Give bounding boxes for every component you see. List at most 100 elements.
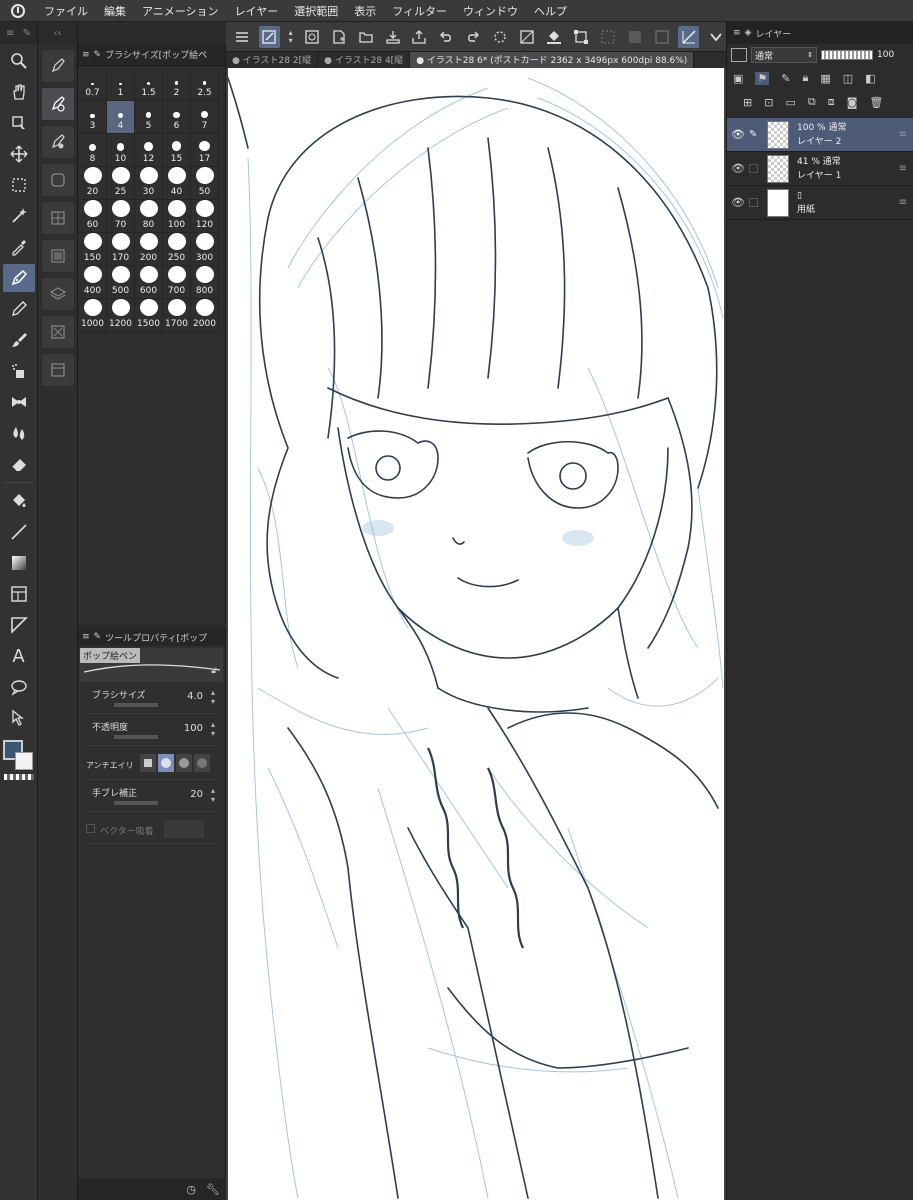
wrench-icon[interactable]: 🔧︎ (206, 1183, 220, 1196)
stabilizer-slider[interactable] (114, 801, 158, 805)
menu-help[interactable]: ヘルプ (526, 3, 575, 19)
brush-size-cell[interactable]: 150 (79, 233, 107, 266)
brush-size-spinner[interactable]: ▴ ▾ (211, 688, 215, 706)
tab-document-2[interactable]: ● イラスト28 4[縦 (318, 52, 411, 68)
delete-layer-icon[interactable]: 🗑︎ (869, 96, 883, 109)
palette-toggle-icon[interactable]: ◧ (865, 72, 875, 85)
brush-preset-preview[interactable]: ポップ絵ペン 🔓︎ (80, 648, 223, 682)
subtool-grid-icon[interactable] (41, 202, 74, 234)
new-raster-layer-icon[interactable]: ⊞ (743, 96, 752, 109)
brush-size-cell[interactable]: 8 (79, 134, 107, 167)
brush-size-cell[interactable]: 0.7 (79, 68, 107, 101)
lock-alpha-icon[interactable]: ▦ (820, 72, 830, 85)
opacity-slider[interactable] (114, 735, 158, 739)
blend-tool-icon[interactable] (3, 419, 35, 447)
brush-size-cell[interactable]: 200 (135, 233, 163, 266)
vector-snap-checkbox[interactable] (86, 824, 95, 833)
subtool-frame-icon[interactable] (41, 316, 74, 348)
new-vector-layer-icon[interactable]: ⊡ (764, 96, 773, 109)
mask-icon[interactable]: ◙ (847, 96, 858, 109)
brush-size-cell[interactable]: 1 (107, 68, 135, 101)
menu-edit[interactable]: 編集 (96, 3, 134, 19)
brush-size-cell[interactable]: 1200 (107, 299, 135, 332)
brush-size-cell[interactable]: 1.5 (135, 68, 163, 101)
menu-window[interactable]: ウィンドウ (455, 3, 526, 19)
brush-size-cell[interactable]: 300 (191, 233, 219, 266)
invert-selection-icon[interactable] (624, 26, 645, 48)
pen-tool-icon[interactable] (2, 264, 35, 292)
pencil-tool-icon[interactable] (3, 295, 35, 323)
app-logo-icon[interactable] (0, 0, 36, 22)
opacity-value[interactable]: 100 (184, 723, 203, 734)
redo-icon[interactable] (463, 26, 484, 48)
brush-size-cell[interactable]: 60 (79, 200, 107, 233)
brush-size-cell[interactable]: 10 (107, 134, 135, 167)
eyedropper-icon[interactable] (3, 233, 35, 261)
menu-layer[interactable]: レイヤー (227, 3, 287, 19)
collapse-arrow-icon[interactable]: ‹‹ (54, 28, 62, 39)
eraser-tool-icon[interactable] (3, 450, 35, 478)
clear-icon[interactable] (517, 26, 538, 48)
brush-size-cell[interactable]: 170 (107, 233, 135, 266)
brush-size-cell[interactable]: 17 (191, 134, 219, 167)
layer-opacity-value[interactable]: 100 (877, 50, 894, 60)
brush-size-cell[interactable]: 3 (79, 101, 107, 134)
layer-checkbox[interactable] (749, 198, 758, 207)
subtool-pen-icon[interactable] (41, 50, 74, 82)
brush-size-cell[interactable]: 15 (163, 134, 191, 167)
subtool-panel-icon[interactable] (41, 354, 74, 386)
drag-handle-icon[interactable]: ≡ (899, 197, 907, 208)
menu-filter[interactable]: フィルター (384, 3, 455, 19)
new-folder-icon[interactable]: ▭ (785, 96, 795, 109)
eye-icon[interactable]: 👁︎ (727, 128, 749, 141)
drawing-canvas[interactable] (228, 68, 724, 1200)
brush-size-cell[interactable]: 20 (79, 167, 107, 200)
open-folder-icon[interactable] (355, 26, 376, 48)
menu-lines-icon[interactable]: ≡ (82, 50, 90, 60)
menu-lines-icon[interactable]: ≡ (82, 632, 90, 642)
brush-size-cell[interactable]: 120 (191, 200, 219, 233)
mask-toggle-icon[interactable]: ◫ (843, 72, 853, 85)
balloon-tool-icon[interactable] (3, 673, 35, 701)
brush-size-cell[interactable]: 80 (135, 200, 163, 233)
blend-mode-select[interactable]: 通常 ⇕ (751, 47, 817, 63)
airbrush-tool-icon[interactable] (3, 357, 35, 385)
loading-icon[interactable] (490, 26, 511, 48)
color-swatch[interactable] (0, 738, 37, 780)
edit-mode-icon[interactable] (258, 25, 280, 48)
ruler-snap-icon[interactable] (678, 25, 700, 48)
hand-tool-icon[interactable] (3, 78, 35, 106)
brush-size-cell[interactable]: 500 (107, 266, 135, 299)
save-icon[interactable] (382, 26, 403, 48)
decoration-tool-icon[interactable] (3, 388, 35, 416)
antialias-none-button[interactable] (140, 754, 156, 772)
gradient-tool-icon[interactable] (3, 549, 35, 577)
menu-file[interactable]: ファイル (36, 3, 96, 19)
brush-size-cell[interactable]: 30 (135, 167, 163, 200)
antialias-weak-button[interactable] (158, 754, 174, 772)
layer-checkbox[interactable] (749, 164, 758, 173)
brush-size-cell[interactable]: 4 (107, 101, 135, 134)
brush-size-cell[interactable]: 400 (79, 266, 107, 299)
brush-size-cell[interactable]: 100 (163, 200, 191, 233)
brush-size-cell[interactable]: 2 (163, 68, 191, 101)
magic-wand-icon[interactable] (3, 202, 35, 230)
menu-view[interactable]: 表示 (346, 3, 384, 19)
lock-layer-icon[interactable]: 🔒︎ (803, 71, 809, 85)
brush-size-cell[interactable]: 800 (191, 266, 219, 299)
brush-size-cell[interactable]: 2000 (191, 299, 219, 332)
opacity-spinner[interactable]: ▴ ▾ (211, 720, 215, 738)
opacity-slider-bar[interactable] (821, 50, 873, 60)
brush-size-cell[interactable]: 6 (163, 101, 191, 134)
bucket-fill-icon[interactable] (544, 26, 565, 48)
duplicate-layer-icon[interactable]: ⧉ (808, 95, 816, 109)
subtool-layer-icon[interactable] (41, 164, 74, 196)
brush-size-cell[interactable]: 5 (135, 101, 163, 134)
fill-tool-icon[interactable] (3, 487, 35, 515)
stepper-icon[interactable]: ▴ ▾ (286, 26, 296, 48)
brush-size-cell[interactable]: 40 (163, 167, 191, 200)
brush-size-cell[interactable]: 12 (135, 134, 163, 167)
clip-icon[interactable] (651, 26, 672, 48)
reference-layer-icon[interactable]: ⚑ (755, 71, 770, 85)
transparent-color-swatch[interactable] (4, 774, 34, 780)
